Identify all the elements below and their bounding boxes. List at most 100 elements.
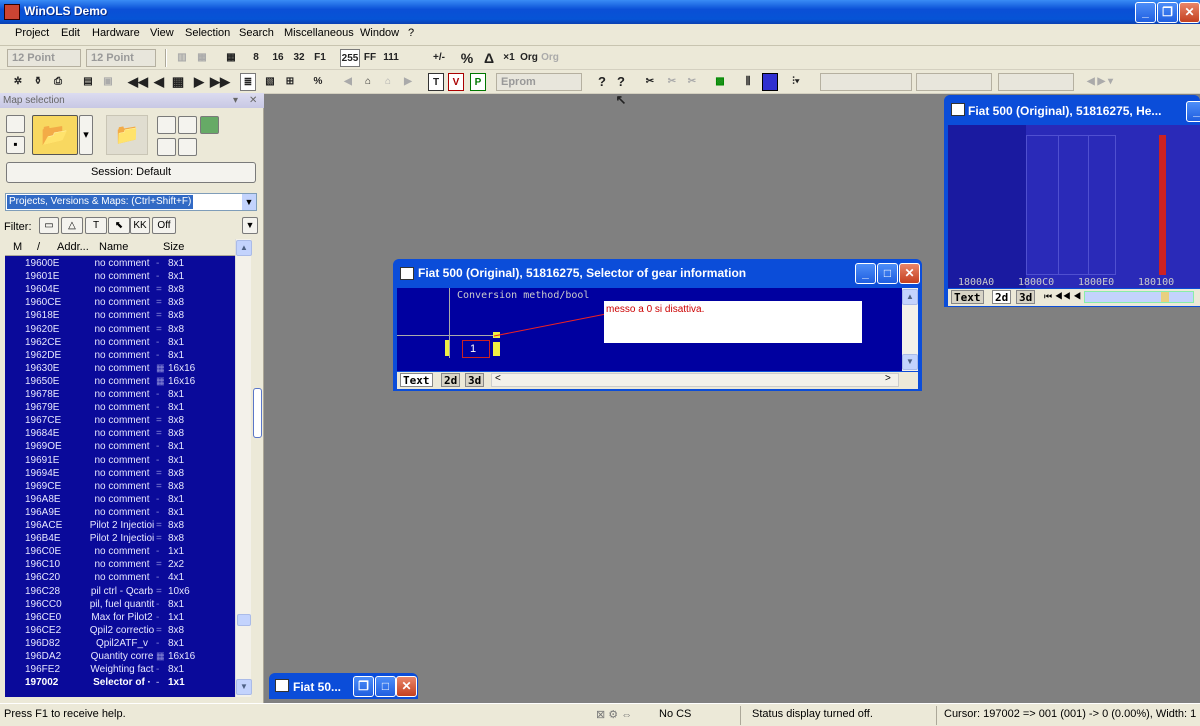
hex-nav-first-icon[interactable]: ⏮ ◀◀ ◀ xyxy=(1044,291,1081,302)
filter-off-button[interactable]: Off xyxy=(152,217,176,234)
filter-kk-icon[interactable]: KK xyxy=(130,217,150,234)
new-project-icon[interactable] xyxy=(6,115,25,133)
tool-a-icon[interactable]: ✂ xyxy=(642,73,658,91)
columns-icon[interactable]: ⫼ xyxy=(740,73,756,91)
map-list-scrollbar[interactable]: ▲ ▼ xyxy=(235,239,252,697)
scroll-down-icon[interactable]: ▼ xyxy=(236,679,252,695)
tool-d-icon[interactable]: ▩ xyxy=(712,73,728,91)
ols-icon[interactable]: % xyxy=(310,73,326,91)
map-list-row[interactable]: 19691E no comment -8x1 xyxy=(5,454,235,467)
map-window-icon[interactable] xyxy=(400,267,414,280)
session-button[interactable]: Session: Default xyxy=(6,162,256,183)
width-16-button[interactable]: 16 xyxy=(270,49,286,67)
map-window-close[interactable]: ✕ xyxy=(899,263,920,284)
map-list-row[interactable]: 19694E no comment = 8x8 xyxy=(5,467,235,480)
map-list-row[interactable]: 1962DE no comment -8x1 xyxy=(5,349,235,362)
annotation-note[interactable]: messo a 0 si disattiva. xyxy=(604,301,862,343)
map-list-row[interactable]: 1969CE no comment = 8x8 xyxy=(5,480,235,493)
chip-icon[interactable]: ⚱ xyxy=(30,73,46,91)
open-dropdown-icon[interactable]: ▾ xyxy=(79,115,93,155)
map-list-row[interactable]: 19630E no comment ▦ 16x16 xyxy=(5,362,235,375)
checksum-icon[interactable]: ⊞ xyxy=(282,73,298,91)
compare-icon[interactable]: ▣ xyxy=(100,73,116,91)
filter-triangle-icon[interactable]: △ xyxy=(61,217,83,234)
map-list-row[interactable]: 196CE2 Qpil2 correctio = 8x8 xyxy=(5,624,235,637)
binary-button[interactable]: 111 xyxy=(382,49,400,67)
hex-tab-2d[interactable]: 2d xyxy=(992,290,1012,304)
table-icon[interactable]: ▦ xyxy=(170,73,186,91)
properties-icon[interactable]: ▤ xyxy=(80,73,96,91)
menu-window[interactable]: Window xyxy=(360,27,399,39)
export-icon[interactable] xyxy=(157,138,176,156)
eprom-selector[interactable]: Eprom xyxy=(496,73,582,91)
app-icon[interactable] xyxy=(4,4,20,20)
menu-project[interactable]: Project xyxy=(15,27,49,39)
last-icon[interactable]: ▶▶ xyxy=(210,73,230,91)
print-icon[interactable]: ⎙ xyxy=(50,73,66,91)
panel-menu-icon[interactable]: ▾ xyxy=(233,93,238,108)
column-size[interactable]: Size xyxy=(163,241,184,253)
step-arrows-icon[interactable]: ◀ ▶ ▾ xyxy=(1080,73,1120,91)
value-field-a[interactable] xyxy=(820,73,912,91)
help-icon[interactable]: ? xyxy=(594,73,610,91)
map-list-row[interactable]: 196A9E no comment -8x1 xyxy=(5,506,235,519)
tool-b-icon[interactable]: ✂ xyxy=(664,73,680,91)
grid-alt-icon[interactable]: ▦ xyxy=(194,49,210,67)
map-list-row[interactable]: 196ACE Pilot 2 Injectioi = 8x8 xyxy=(5,519,235,532)
hex-tab-text[interactable]: Text xyxy=(951,290,984,304)
map-list-row[interactable]: 196D82 Qpil2ATF_v -8x1 xyxy=(5,637,235,650)
map-list-row[interactable]: 19620E no comment = 8x8 xyxy=(5,323,235,336)
close-button[interactable]: ✕ xyxy=(1179,2,1200,23)
version-icon[interactable]: V xyxy=(448,73,464,91)
map-list-row[interactable]: 19650E no comment ▦ 16x16 xyxy=(5,375,235,388)
delta-icon[interactable]: Δ xyxy=(480,49,498,67)
previous-icon[interactable]: ◀ xyxy=(152,73,166,91)
minimize-button[interactable]: _ xyxy=(1135,2,1156,23)
filter-text-icon[interactable]: T xyxy=(85,217,107,234)
filter-pointer-icon[interactable]: ⬉ xyxy=(108,217,130,234)
menu-edit[interactable]: Edit xyxy=(61,27,80,39)
factor-button[interactable]: ×1 xyxy=(500,49,518,67)
import-icon[interactable] xyxy=(157,116,176,134)
map-text-area[interactable]: Conversion method/bool 1 messo a 0 si di… xyxy=(397,288,918,371)
map-list-row[interactable]: 196FE2 Weighting fact -8x1 xyxy=(5,663,235,676)
color-icon[interactable] xyxy=(762,73,778,91)
home-icon[interactable]: ⌂ xyxy=(360,73,376,91)
map-list-row[interactable]: 19604E no comment = 8x8 xyxy=(5,283,235,296)
minimized-close[interactable]: ✕ xyxy=(396,676,417,697)
context-help-icon[interactable]: ?↖ xyxy=(612,73,630,107)
scroll-up-icon[interactable]: ▲ xyxy=(236,240,252,256)
map-list-row[interactable]: 19678E no comment -8x1 xyxy=(5,388,235,401)
width-menu-icon[interactable]: ⫶▾ xyxy=(784,73,808,91)
font-size-combo-b[interactable]: 12 Point xyxy=(86,49,156,67)
menu-help[interactable]: ? xyxy=(408,27,414,39)
hex-2d-area[interactable]: 1800A0 1800C0 1800E0 180100 xyxy=(948,125,1200,288)
map-list-row[interactable]: 19600E no comment -8x1 xyxy=(5,257,235,270)
column-sort[interactable]: / xyxy=(37,241,40,253)
menu-view[interactable]: View xyxy=(150,27,174,39)
map-list-row[interactable]: 196C28 pil ctrl - Qcarb = 10x6 xyxy=(5,585,235,598)
value-field-c[interactable] xyxy=(998,73,1074,91)
map-window-maximize[interactable]: □ xyxy=(877,263,898,284)
width-8-button[interactable]: 8 xyxy=(248,49,264,67)
tab-text[interactable]: Text xyxy=(400,373,433,387)
decimal-255-button[interactable]: 255 xyxy=(340,49,360,67)
save-icon[interactable]: ▪ xyxy=(6,136,25,154)
menu-hardware[interactable]: Hardware xyxy=(92,27,140,39)
wizard-icon[interactable]: ✲ xyxy=(10,73,26,91)
sign-button[interactable]: +/- xyxy=(430,49,448,67)
filter-type-icon[interactable]: ▭ xyxy=(39,217,59,234)
map-list-row[interactable]: 1962CE no comment -8x1 xyxy=(5,336,235,349)
hscroll-right-icon[interactable]: > xyxy=(885,373,891,384)
minimized-window-icon[interactable] xyxy=(275,679,289,692)
panel-collapse-handle[interactable] xyxy=(253,388,262,438)
open-folder-icon[interactable]: 📂 xyxy=(32,115,78,155)
back-icon[interactable]: ◀ xyxy=(340,73,356,91)
map-list-row[interactable]: 196DA2 Quantity corre ▦ 16x16 xyxy=(5,650,235,663)
hex-tab-3d[interactable]: 3d xyxy=(1016,290,1036,304)
panel-close-icon[interactable]: ✕ xyxy=(249,93,257,108)
map-list-row[interactable]: 196C10 no comment = 2x2 xyxy=(5,558,235,571)
hex-view-icon[interactable]: ▦ xyxy=(222,49,240,67)
minimized-restore[interactable]: ❐ xyxy=(353,676,374,697)
map-list-row[interactable]: 1969OE no comment -8x1 xyxy=(5,440,235,453)
